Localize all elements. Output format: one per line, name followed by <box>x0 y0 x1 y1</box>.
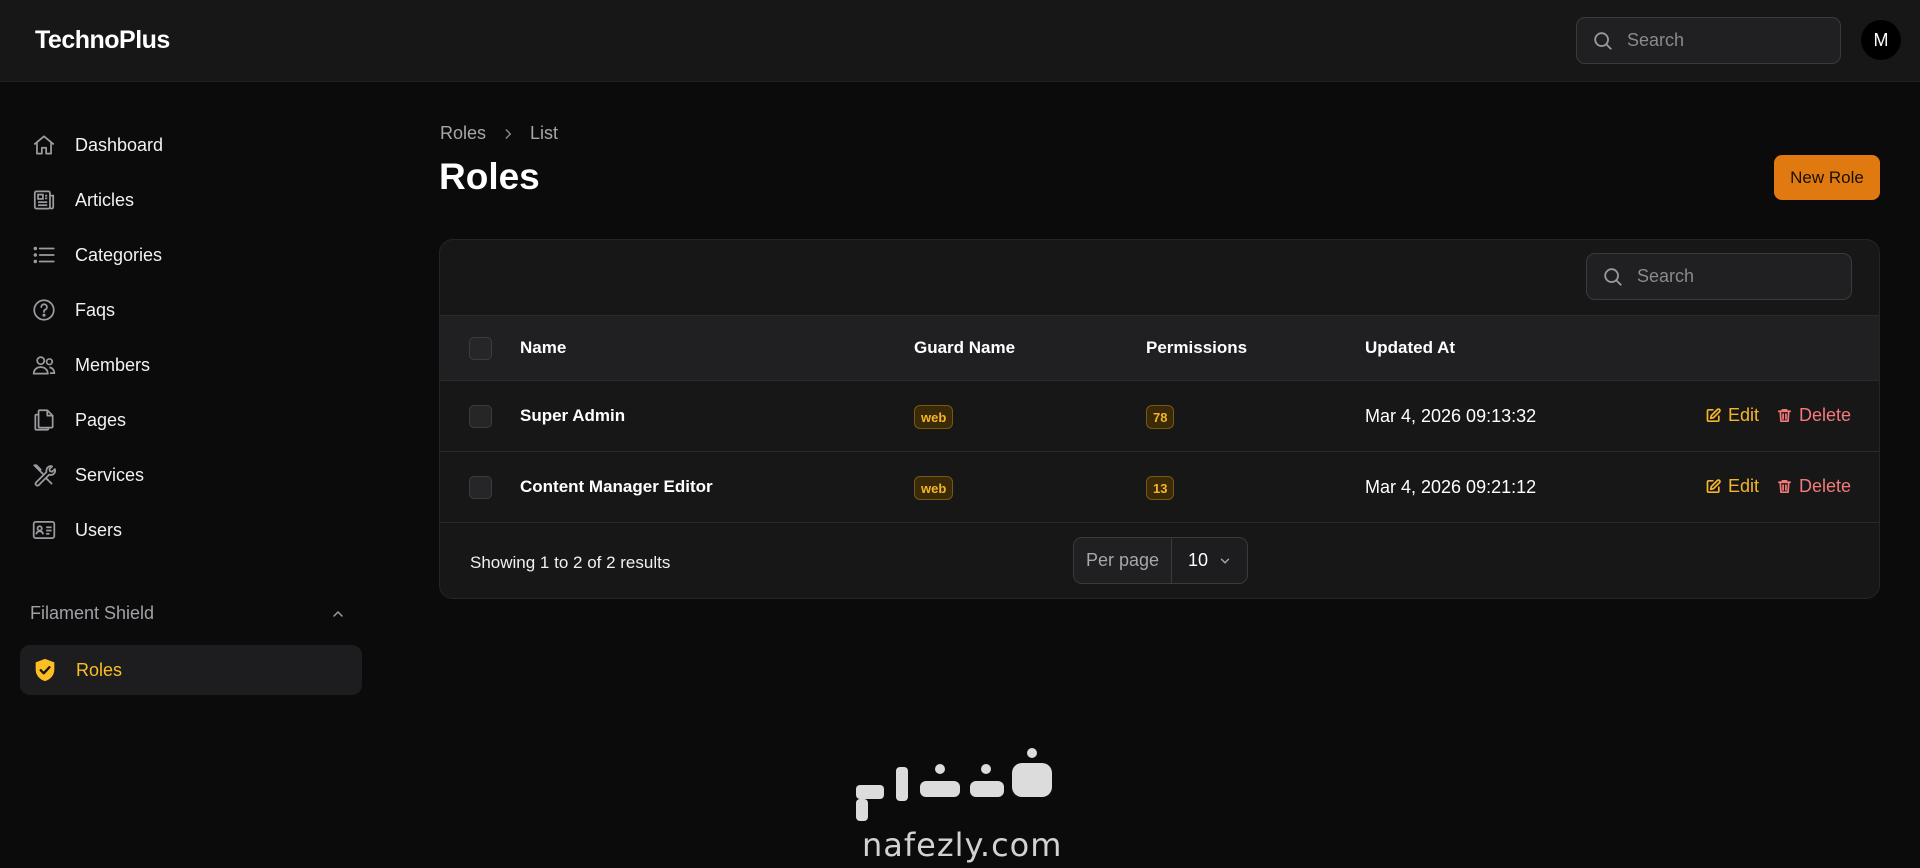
breadcrumb: Roles List <box>440 123 558 144</box>
sidebar-item-label: Members <box>75 354 151 375</box>
shield-check-icon <box>31 656 59 684</box>
sidebar-item-members[interactable]: Members <box>30 345 350 385</box>
chevron-right-icon <box>501 127 515 141</box>
updated-at: Mar 4, 2026 09:21:12 <box>1365 477 1537 497</box>
guard-badge: web <box>914 405 954 429</box>
user-avatar[interactable]: M <box>1861 20 1901 60</box>
table-search[interactable] <box>1586 253 1852 300</box>
users-icon <box>30 351 58 379</box>
sidebar-item-articles[interactable]: Articles <box>30 180 350 220</box>
sidebar-item-faqs[interactable]: Faqs <box>30 290 350 330</box>
column-header-updated-at[interactable]: Updated At <box>1365 338 1455 358</box>
sidebar-item-roles[interactable]: Roles <box>20 645 362 695</box>
table-row[interactable]: Content Manager Editor web 13 Mar 4, 202… <box>440 452 1879 523</box>
column-header-name[interactable]: Name <box>520 338 566 358</box>
home-icon <box>30 131 58 159</box>
edit-label: Edit <box>1728 405 1760 425</box>
sidebar-item-label: Articles <box>75 189 135 210</box>
roles-table-card: Name Guard Name Permissions Updated At S… <box>439 239 1880 599</box>
permissions-count-badge: 78 <box>1146 405 1175 429</box>
sidebar-item-categories[interactable]: Categories <box>30 235 350 275</box>
sidebar-item-label: Dashboard <box>75 134 164 155</box>
row-checkbox[interactable] <box>469 405 492 428</box>
pencil-square-icon <box>1705 407 1722 424</box>
new-role-button[interactable]: New Role <box>1774 155 1880 200</box>
role-name: Content Manager Editor <box>520 477 713 496</box>
chevron-down-icon <box>1218 554 1232 568</box>
brand-logo[interactable]: TechnoPlus <box>35 26 170 55</box>
table-search-input[interactable] <box>1637 254 1837 299</box>
edit-label: Edit <box>1728 476 1760 496</box>
per-page-label: Per page <box>1074 538 1172 583</box>
permissions-count-badge: 13 <box>1146 476 1175 500</box>
row-actions: Edit Delete <box>1705 476 1851 497</box>
sidebar-item-label: Pages <box>75 409 127 430</box>
newspaper-icon <box>30 186 58 214</box>
global-search-input[interactable] <box>1627 18 1827 63</box>
top-bar: TechnoPlus M <box>0 0 1920 82</box>
chevron-up-icon[interactable] <box>330 606 346 627</box>
row-checkbox[interactable] <box>469 476 492 499</box>
wrench-screwdriver-icon <box>30 461 58 489</box>
column-header-permissions[interactable]: Permissions <box>1146 338 1247 358</box>
question-circle-icon <box>30 296 58 324</box>
trash-icon <box>1776 407 1793 424</box>
delete-label: Delete <box>1799 405 1852 425</box>
trash-icon <box>1776 478 1793 495</box>
delete-button[interactable]: Delete <box>1776 405 1851 426</box>
edit-button[interactable]: Edit <box>1705 405 1759 426</box>
search-icon <box>1602 266 1624 293</box>
list-icon <box>30 241 58 269</box>
watermark-logo <box>850 745 1070 825</box>
sidebar-item-label: Services <box>75 464 145 485</box>
documents-icon <box>30 406 58 434</box>
sidebar-item-label: Faqs <box>75 299 116 320</box>
table-header: Name Guard Name Permissions Updated At <box>440 315 1879 381</box>
row-actions: Edit Delete <box>1705 405 1851 426</box>
delete-label: Delete <box>1799 476 1852 496</box>
sidebar-item-services[interactable]: Services <box>30 455 350 495</box>
sidebar: Dashboard Articles Categories Faqs Membe… <box>0 82 370 868</box>
pencil-square-icon <box>1705 478 1722 495</box>
pagination-summary: Showing 1 to 2 of 2 results <box>470 553 671 572</box>
sidebar-item-pages[interactable]: Pages <box>30 400 350 440</box>
sidebar-item-dashboard[interactable]: Dashboard <box>30 125 350 165</box>
global-search[interactable] <box>1576 17 1841 64</box>
per-page-select[interactable]: Per page 10 <box>1073 537 1248 584</box>
nav-group-filament-shield[interactable]: Filament Shield <box>30 603 154 624</box>
delete-button[interactable]: Delete <box>1776 476 1851 497</box>
role-name: Super Admin <box>520 406 626 425</box>
breadcrumb-current: List <box>530 123 559 143</box>
table-row[interactable]: Super Admin web 78 Mar 4, 2026 09:13:32 … <box>440 381 1879 452</box>
search-icon <box>1592 30 1614 57</box>
sidebar-item-label: Categories <box>75 244 163 265</box>
edit-button[interactable]: Edit <box>1705 476 1759 497</box>
id-card-icon <box>30 516 58 544</box>
per-page-value[interactable]: 10 <box>1172 538 1247 583</box>
per-page-value-text: 10 <box>1188 550 1209 570</box>
select-all-checkbox[interactable] <box>469 337 492 360</box>
guard-badge: web <box>914 476 954 500</box>
sidebar-item-users[interactable]: Users <box>30 510 350 550</box>
watermark-text: nafezly.com <box>862 826 1063 864</box>
sidebar-item-label: Roles <box>76 659 123 680</box>
updated-at: Mar 4, 2026 09:13:32 <box>1365 406 1537 426</box>
page-title: Roles <box>439 156 540 197</box>
sidebar-item-label: Users <box>75 519 123 540</box>
breadcrumb-link-roles[interactable]: Roles <box>440 123 486 144</box>
column-header-guard-name[interactable]: Guard Name <box>914 338 1015 358</box>
